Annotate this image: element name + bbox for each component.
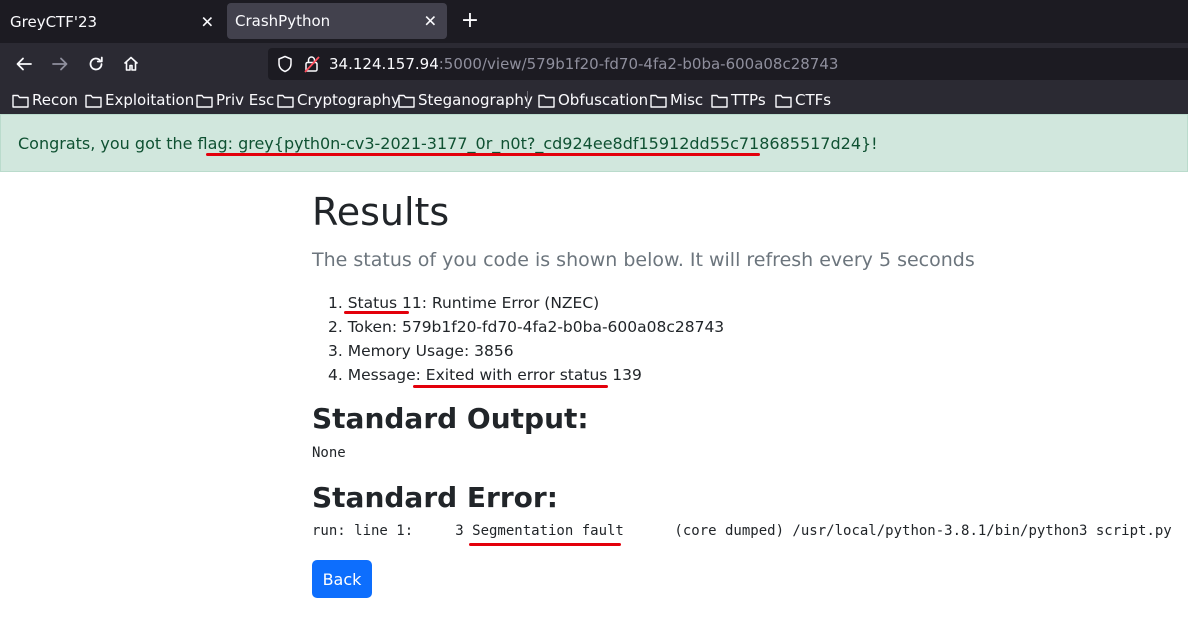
bookmark-steganography[interactable]: Steganography (398, 90, 533, 110)
forward-arrow-icon[interactable] (47, 51, 73, 77)
bookmark-obfuscation[interactable]: Obfuscation (538, 90, 648, 110)
stdout-heading: Standard Output: (312, 402, 589, 435)
stdout-output: None (312, 445, 346, 461)
tab-strip: GreyCTF'23 ✕ CrashPython ✕ + (0, 0, 1188, 43)
url-path: :5000/view/579b1f20-fd70-4fa2-b0ba-600a0… (438, 55, 839, 73)
url-text[interactable]: 34.124.157.94:5000/view/579b1f20-fd70-4f… (329, 55, 838, 73)
bookmark-separator (527, 91, 528, 109)
page-title: Results (312, 190, 450, 234)
tab-greyctf[interactable]: GreyCTF'23 ✕ (0, 0, 224, 43)
address-bar[interactable]: 34.124.157.94:5000/view/579b1f20-fd70-4f… (268, 48, 1188, 80)
bookmark-cryptography[interactable]: Cryptography (277, 90, 400, 110)
bookmark-label: Steganography (418, 91, 533, 109)
bookmark-label: TTPs (731, 91, 766, 109)
stderr-heading: Standard Error: (312, 481, 558, 514)
bookmark-label: CTFs (795, 91, 832, 109)
tab-crashpython[interactable]: CrashPython ✕ (227, 3, 447, 39)
bookmark-label: Exploitation (105, 91, 195, 109)
folder-icon (196, 94, 213, 108)
bookmark-label: Misc (670, 91, 704, 109)
back-button[interactable]: Back (312, 560, 372, 598)
close-icon[interactable]: ✕ (424, 12, 437, 31)
bookmark-ttps[interactable]: TTPs (711, 90, 766, 110)
status-description: The status of you code is shown below. I… (312, 249, 975, 271)
close-icon[interactable]: ✕ (201, 12, 214, 31)
new-tab-button[interactable]: + (458, 9, 482, 33)
folder-icon (277, 94, 294, 108)
status-list: 1. Status 11: Runtime Error (NZEC) 2. To… (328, 292, 724, 388)
status-annotation-underline (344, 311, 409, 314)
url-host: 34.124.157.94 (329, 55, 439, 73)
bookmark-label: Priv Esc (216, 91, 275, 109)
bookmark-misc[interactable]: Misc (650, 90, 703, 110)
folder-icon (538, 94, 555, 108)
home-icon[interactable] (118, 51, 144, 77)
folder-icon (650, 94, 667, 108)
back-arrow-icon[interactable] (11, 51, 37, 77)
reload-icon[interactable] (83, 51, 109, 77)
list-item-memory: 3. Memory Usage: 3856 (328, 342, 514, 360)
segfault-annotation-underline (469, 543, 621, 546)
success-alert: Congrats, you got the flag: grey{pyth0n-… (0, 114, 1188, 172)
insecure-lock-icon[interactable] (304, 55, 320, 73)
folder-icon (775, 94, 792, 108)
bookmark-label: Obfuscation (558, 91, 649, 109)
stderr-output: run: line 1: 3 Segmentation fault (core … (312, 523, 1172, 539)
flag-annotation-underline (206, 153, 760, 156)
navigation-bar: 34.124.157.94:5000/view/579b1f20-fd70-4f… (0, 43, 1188, 84)
bookmark-priv-esc[interactable]: Priv Esc (196, 90, 274, 110)
bookmark-label: Cryptography (297, 91, 400, 109)
list-item-token: 2. Token: 579b1f20-fd70-4fa2-b0ba-600a08… (328, 318, 725, 336)
shield-icon[interactable] (276, 55, 294, 73)
tab-label: CrashPython (235, 12, 331, 30)
folder-icon (398, 94, 415, 108)
folder-icon (711, 94, 728, 108)
tab-label: GreyCTF'23 (10, 12, 98, 31)
bookmark-ctfs[interactable]: CTFs (775, 90, 831, 110)
bookmark-recon[interactable]: Recon (12, 90, 78, 110)
bookmarks-toolbar: Recon Exploitation Priv Esc Cryptography… (0, 84, 1188, 114)
folder-icon (12, 94, 29, 108)
bookmark-label: Recon (32, 91, 78, 109)
bookmark-exploitation[interactable]: Exploitation (85, 90, 194, 110)
message-annotation-underline (413, 385, 608, 388)
folder-icon (85, 94, 102, 108)
flag-message: Congrats, you got the flag: grey{pyth0n-… (18, 134, 878, 153)
